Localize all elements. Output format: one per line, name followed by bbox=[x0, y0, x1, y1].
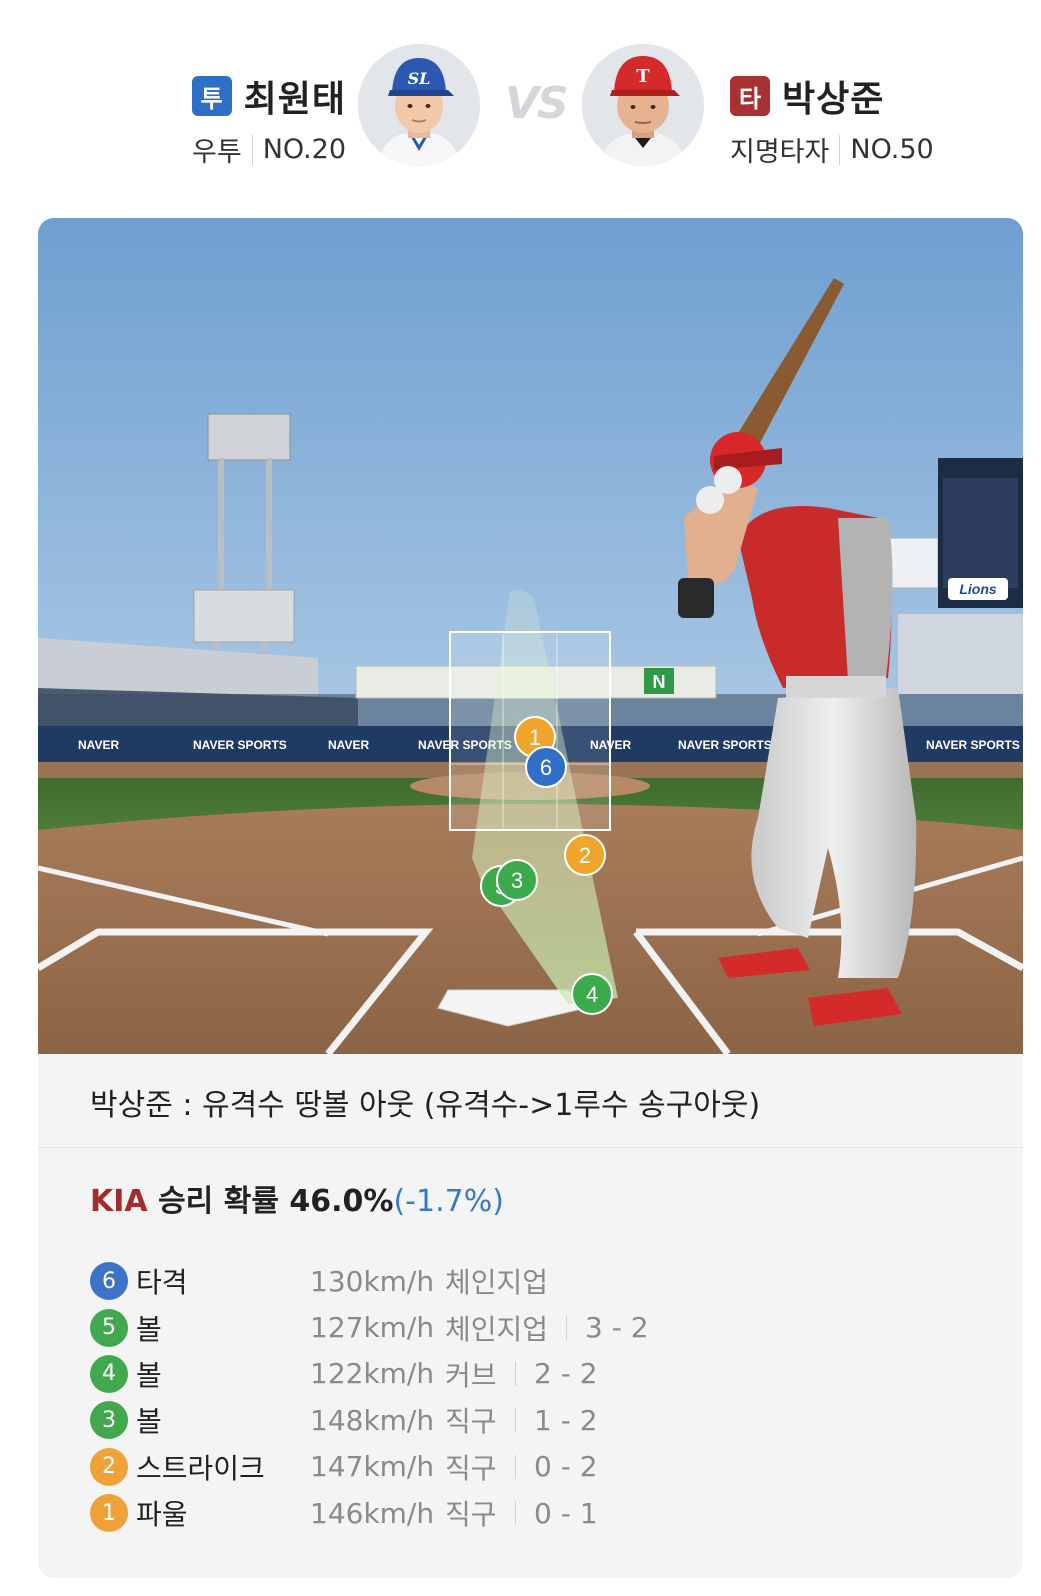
pitch-type: 커브 bbox=[445, 1358, 497, 1392]
pitcher-avatar[interactable]: SL bbox=[358, 44, 480, 166]
pitch-count: 1 - 2 bbox=[515, 1404, 598, 1437]
pitch-number-badge: 5 bbox=[90, 1308, 128, 1347]
pitch-marker-2[interactable]: 2 bbox=[564, 834, 606, 876]
scoreboard-logo: Lions bbox=[959, 581, 997, 597]
pitch-count: 0 - 1 bbox=[515, 1497, 598, 1530]
pitch-count: 3 - 2 bbox=[566, 1311, 649, 1344]
pitch-row[interactable]: 5 볼 127km/h 체인지업 3 - 2 bbox=[90, 1304, 990, 1350]
pitch-result: 파울 bbox=[136, 1498, 188, 1532]
svg-text:SL: SL bbox=[408, 69, 431, 88]
divider bbox=[515, 1408, 516, 1433]
win-probability-delta: (-1.7%) bbox=[393, 1184, 504, 1219]
pitcher-role-badge: 투 bbox=[191, 76, 232, 116]
ball-strike-count: 0 - 1 bbox=[534, 1496, 598, 1530]
pitch-row[interactable]: 4 볼 122km/h 커브 2 - 2 bbox=[90, 1351, 990, 1397]
play-result: 박상준 : 유격수 땅볼 아웃 (유격수->1루수 송구아웃) bbox=[38, 1054, 1023, 1148]
pitch-speed: 127km/h bbox=[310, 1311, 435, 1345]
pitch-marker-3[interactable]: 3 bbox=[496, 859, 538, 901]
pitch-result: 볼 bbox=[136, 1312, 162, 1346]
win-probability-value: 승리 확률 46.0% bbox=[147, 1184, 394, 1219]
divider bbox=[566, 1315, 567, 1340]
ball-strike-count: 1 - 2 bbox=[534, 1403, 598, 1437]
batter-role-badge: 타 bbox=[730, 76, 770, 116]
win-probability: KIA 승리 확률 46.0%(-1.7%) bbox=[90, 1176, 504, 1220]
ad-board: NAVER bbox=[78, 738, 119, 752]
pitch-number-badge: 1 bbox=[90, 1494, 128, 1533]
ad-board: NAVER SPORTS bbox=[193, 738, 287, 752]
pitch-speed: 122km/h bbox=[310, 1357, 435, 1391]
divider bbox=[839, 134, 841, 165]
pitch-type: 직구 bbox=[445, 1451, 497, 1485]
pitch-marker-number: 3 bbox=[511, 868, 523, 893]
divider bbox=[251, 134, 253, 165]
pitch-row[interactable]: 2 스트라이크 147km/h 직구 0 - 2 bbox=[90, 1444, 990, 1490]
pitch-field-view: N Lions NAVER NAVER SPORTS NAVER NAVER S… bbox=[38, 218, 1023, 1054]
pitch-count: 0 - 2 bbox=[515, 1450, 598, 1483]
pitch-speed: 147km/h bbox=[310, 1450, 435, 1484]
batter-position: 지명타자 bbox=[730, 137, 830, 168]
pitcher-hand: 우투 bbox=[192, 137, 242, 168]
pitch-marker-number: 2 bbox=[579, 843, 591, 868]
win-probability-team: KIA bbox=[90, 1184, 148, 1219]
play-result-text: 박상준 : 유격수 땅볼 아웃 (유격수->1루수 송구아웃) bbox=[90, 1088, 761, 1123]
svg-text:N: N bbox=[653, 672, 666, 692]
batter-number: NO.50 bbox=[850, 134, 934, 165]
svg-text:T: T bbox=[636, 66, 650, 87]
pitch-marker-4[interactable]: 4 bbox=[571, 973, 613, 1015]
pitch-type: 직구 bbox=[445, 1498, 497, 1532]
pitcher-number: NO.20 bbox=[262, 134, 346, 165]
ad-board: NAVER bbox=[328, 738, 369, 752]
batter-name[interactable]: 박상준 bbox=[782, 70, 884, 122]
pitch-speed: 130km/h bbox=[310, 1264, 435, 1298]
ball-strike-count: 0 - 2 bbox=[534, 1450, 598, 1484]
pitch-number-badge: 2 bbox=[90, 1447, 128, 1486]
pitch-marker-6[interactable]: 6 bbox=[525, 746, 567, 788]
pitch-count: 2 - 2 bbox=[515, 1357, 598, 1390]
pitch-number-badge: 4 bbox=[90, 1354, 128, 1393]
pitch-row[interactable]: 1 파울 146km/h 직구 0 - 1 bbox=[90, 1490, 990, 1536]
pitch-list: 6 타격 130km/h 체인지업 5 볼 127km/h 체인지업 3 - 2 4 볼 122km/… bbox=[90, 1258, 990, 1536]
pitch-speed: 146km/h bbox=[310, 1496, 435, 1530]
pitch-number-badge: 6 bbox=[90, 1262, 128, 1301]
pitch-row[interactable]: 3 볼 148km/h 직구 1 - 2 bbox=[90, 1397, 990, 1443]
divider bbox=[515, 1454, 516, 1479]
pitch-result: 스트라이크 bbox=[136, 1451, 265, 1485]
ad-board: NAVER SPORTS bbox=[678, 738, 772, 752]
pitch-type: 직구 bbox=[445, 1405, 497, 1439]
pitch-row[interactable]: 6 타격 130km/h 체인지업 bbox=[90, 1258, 990, 1304]
pitch-type: 체인지업 bbox=[445, 1266, 549, 1300]
batter-avatar[interactable]: T bbox=[582, 44, 704, 166]
pitch-marker-number: 6 bbox=[540, 755, 552, 780]
pitch-result: 볼 bbox=[136, 1405, 162, 1439]
pitch-result: 타격 bbox=[136, 1266, 188, 1300]
pitcher-name[interactable]: 최원태 bbox=[244, 70, 346, 122]
ball-strike-count: 3 - 2 bbox=[585, 1311, 649, 1345]
matchup-header: 투 최원태 우투 NO.20 SL VS T 타 박상준 지명타자 NO.50 bbox=[0, 0, 1041, 200]
ad-board: NAVER SPORTS bbox=[926, 738, 1020, 752]
vs-label: VS bbox=[505, 78, 569, 129]
pitch-card: N Lions NAVER NAVER SPORTS NAVER NAVER S… bbox=[38, 218, 1023, 1578]
pitch-result: 볼 bbox=[136, 1358, 162, 1392]
pitch-marker-number: 4 bbox=[586, 982, 598, 1007]
pitch-type: 체인지업 bbox=[445, 1312, 549, 1346]
divider bbox=[515, 1501, 516, 1526]
pitcher-info[interactable]: 투 최원태 우투 NO.20 bbox=[176, 72, 346, 169]
batter-info[interactable]: 타 박상준 지명타자 NO.50 bbox=[730, 72, 960, 169]
pitch-speed: 148km/h bbox=[310, 1403, 435, 1437]
ball-strike-count: 2 - 2 bbox=[534, 1357, 598, 1391]
divider bbox=[515, 1361, 516, 1386]
pitch-number-badge: 3 bbox=[90, 1401, 128, 1440]
pitch-marker-number: 1 bbox=[529, 725, 541, 750]
